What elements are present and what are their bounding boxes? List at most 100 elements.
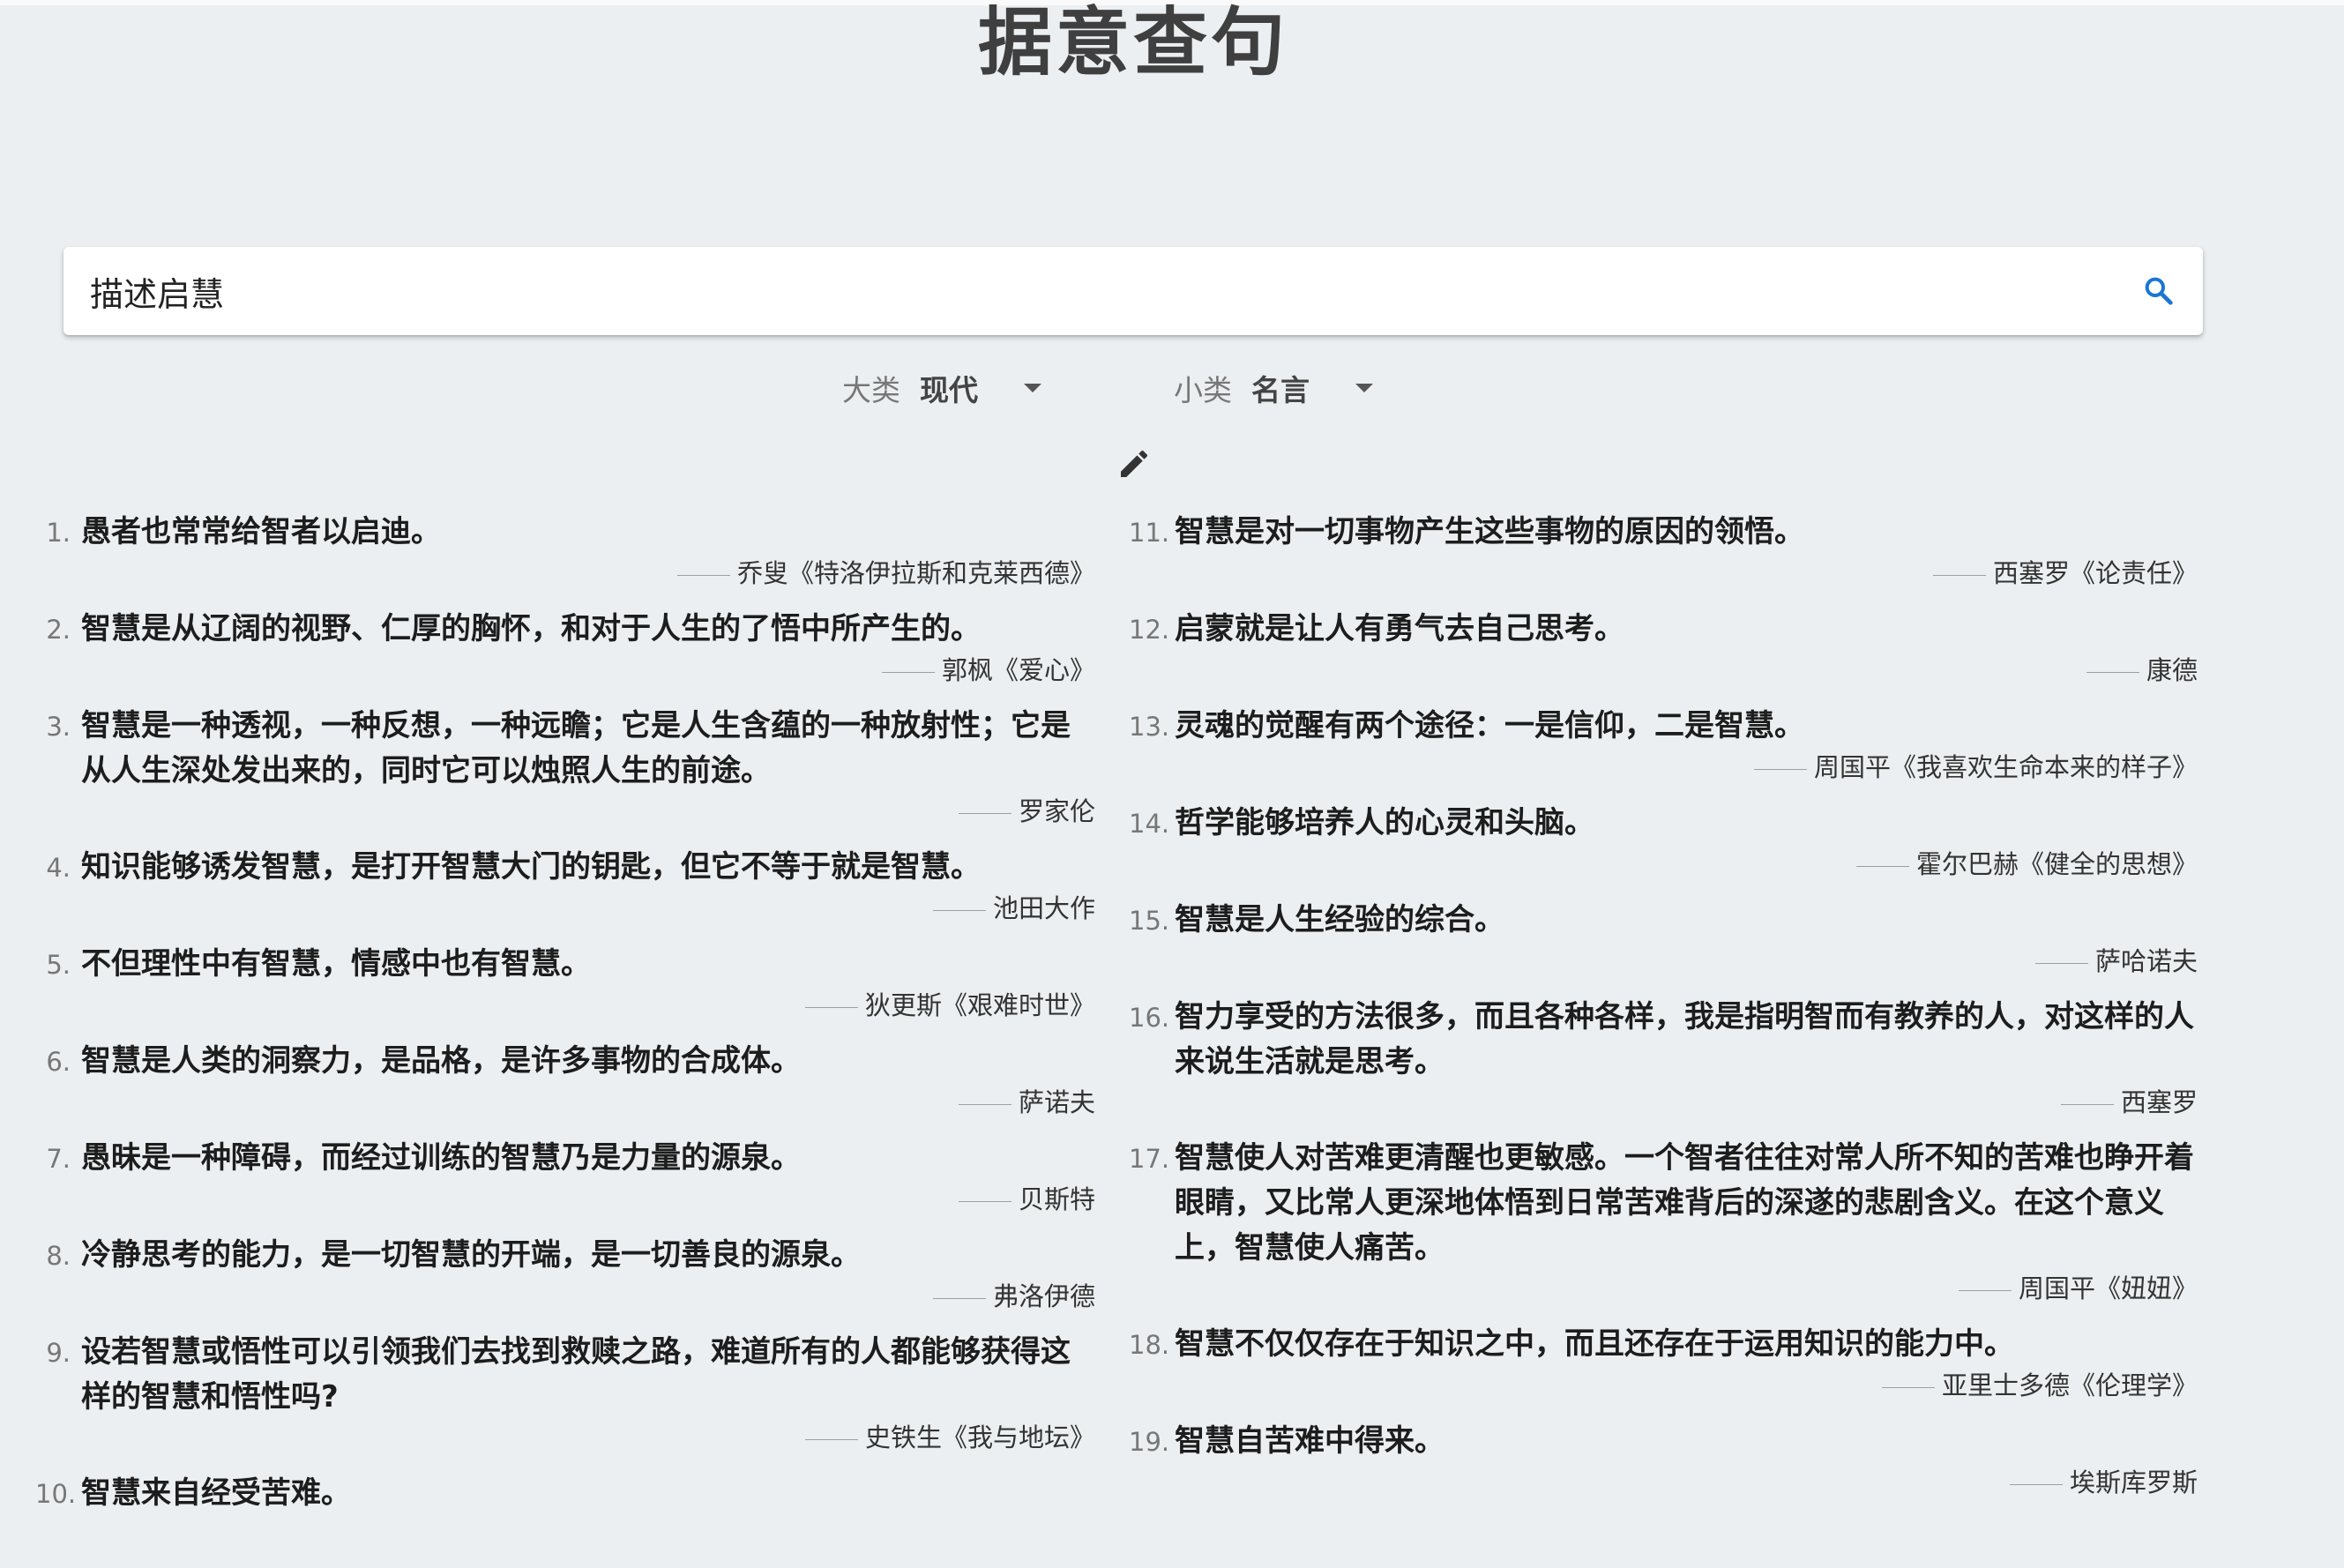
quote-row: 18. 智慧不仅仅存在于知识之中，而且还存在于运用知识的能力中。 <box>1129 1322 2198 1368</box>
quote-row: 15. 智慧是人生经验的综合。 <box>1129 898 2198 944</box>
source-dash <box>958 1103 1012 1105</box>
quote-item[interactable]: 11. 智慧是对一切事物产生这些事物的原因的领悟。 西塞罗《论责任》 <box>1129 510 2198 607</box>
quote-number: 3. <box>46 712 71 742</box>
quote-item[interactable]: 7. 愚昧是一种障碍，而经过训练的智慧乃是力量的源泉。 贝斯特 <box>46 1136 1095 1233</box>
quote-list-right: 11. 智慧是对一切事物产生这些事物的原因的领悟。 西塞罗《论责任》 12. 启蒙就是让… <box>1129 510 2198 1516</box>
quote-text: 智慧是对一切事物产生这些事物的原因的领悟。 <box>1175 514 1804 549</box>
source-dash <box>2034 962 2088 964</box>
quote-row: 12. 启蒙就是让人有勇气去自己思考。 <box>1129 607 2198 653</box>
quote-item[interactable]: 10. 智慧来自经受苦难。 <box>35 1471 1095 1568</box>
quote-item[interactable]: 18. 智慧不仅仅存在于知识之中，而且还存在于运用知识的能力中。 亚里士多德《伦理学… <box>1129 1322 2198 1419</box>
subcategory-value: 名言 <box>1251 373 1310 407</box>
quote-item[interactable]: 15. 智慧是人生经验的综合。 萨哈诺夫 <box>1129 898 2198 995</box>
quote-text: 智慧是从辽阔的视野、仁厚的胸怀，和对于人生的了悟中所产生的。 <box>81 611 981 646</box>
quote-item[interactable]: 8. 冷静思考的能力，是一切智慧的开端，是一切善良的源泉。 弗洛伊德 <box>46 1233 1095 1330</box>
quote-number: 5. <box>46 950 71 980</box>
quote-item[interactable]: 6. 智慧是人类的洞察力，是品格，是许多事物的合成体。 萨诺夫 <box>46 1039 1095 1136</box>
quote-text: 哲学能够培养人的心灵和头脑。 <box>1175 805 1594 840</box>
quote-number: 15. <box>1129 906 1170 936</box>
quote-source: 埃斯库罗斯 <box>1175 1465 2198 1516</box>
quote-item[interactable]: 4. 知识能够诱发智慧，是打开智慧大门的钥匙，但它不等于就是智慧。 池田大作 <box>46 845 1095 942</box>
quote-row: 10. 智慧来自经受苦难。 <box>35 1471 1095 1517</box>
quote-item[interactable]: 12. 启蒙就是让人有勇气去自己思考。 康德 <box>1129 607 2198 704</box>
quote-source-text: 弗洛伊德 <box>992 1281 1095 1311</box>
quote-source-text: 狄更斯《艰难时世》 <box>864 990 1095 1020</box>
quote-source: 亚里士多德《伦理学》 <box>1175 1368 2198 1419</box>
quote-source-text: 罗家伦 <box>1018 796 1095 826</box>
source-dash <box>676 574 730 576</box>
quote-text: 不但理性中有智慧，情感中也有智慧。 <box>81 946 591 982</box>
search-input[interactable] <box>90 247 2118 335</box>
quote-item[interactable]: 3. 智慧是一种透视，一种反想，一种远瞻；它是人生含蕴的一种放射性；它是从人生深处… <box>46 704 1095 845</box>
quote-text: 智慧使人对苦难更清醒也更敏感。一个智者往往对常人所不知的苦难也睁开着眼睛，又比常… <box>1175 1140 2194 1266</box>
quote-source-text: 乔叟《特洛伊拉斯和克莱西德》 <box>736 558 1095 588</box>
edit-icon[interactable] <box>1116 446 1152 482</box>
quote-source-text: 萨诺夫 <box>1018 1087 1095 1117</box>
quote-source-text: 康德 <box>2146 655 2198 685</box>
subcategory-label: 小类 <box>1174 373 1232 407</box>
quote-item[interactable]: 1. 愚者也常常给智者以启迪。 乔叟《特洛伊拉斯和克莱西德》 <box>46 510 1095 607</box>
subcategory-select[interactable]: 小类 名言 <box>1174 362 1373 414</box>
filter-bar: 大类 现代 小类 名言 <box>0 362 2266 414</box>
quote-source <box>81 1517 1095 1568</box>
quote-text: 智慧不仅仅存在于知识之中，而且还存在于运用知识的能力中。 <box>1175 1326 2014 1362</box>
quote-source: 康德 <box>1175 653 2198 704</box>
quote-source-text: 史铁生《我与地坛》 <box>864 1422 1095 1452</box>
quote-source: 西塞罗 <box>1175 1085 2198 1136</box>
quote-item[interactable]: 9. 设若智慧或悟性可以引领我们去找到救赎之路，难道所有的人都能够获得这样的智慧和… <box>46 1330 1095 1471</box>
source-dash <box>804 1006 858 1008</box>
quote-item[interactable]: 17. 智慧使人对苦难更清醒也更敏感。一个智者往往对常人所不知的苦难也睁开着眼睛，… <box>1129 1136 2198 1322</box>
source-dash <box>1881 1386 1935 1388</box>
quote-row: 13. 灵魂的觉醒有两个途径：一是信仰，二是智慧。 <box>1129 704 2198 750</box>
source-dash <box>1753 768 1807 770</box>
quote-text: 智慧来自经受苦难。 <box>81 1475 351 1511</box>
search-icon[interactable] <box>2132 247 2185 335</box>
quote-number: 12. <box>1129 615 1170 645</box>
quote-source-text: 郭枫《爱心》 <box>941 655 1095 685</box>
quote-item[interactable]: 5. 不但理性中有智慧，情感中也有智慧。狄更斯《艰难时世》 <box>46 942 1095 1039</box>
source-dash <box>881 671 935 673</box>
quote-source: 池田大作 <box>81 891 1095 942</box>
source-dash <box>958 812 1012 814</box>
quote-row: 7. 愚昧是一种障碍，而经过训练的智慧乃是力量的源泉。 <box>46 1136 1095 1182</box>
quote-row: 8. 冷静思考的能力，是一切智慧的开端，是一切善良的源泉。 <box>46 1233 1095 1279</box>
quote-source: 郭枫《爱心》 <box>81 653 1095 704</box>
quote-row: 3. 智慧是一种透视，一种反想，一种远瞻；它是人生含蕴的一种放射性；它是从人生深处… <box>46 704 1095 794</box>
quote-source-text: 埃斯库罗斯 <box>2069 1467 2198 1497</box>
category-value: 现代 <box>920 373 978 407</box>
quote-text: 设若智慧或悟性可以引领我们去找到救赎之路，难道所有的人都能够获得这样的智慧和悟性… <box>81 1334 1071 1415</box>
quote-list-left: 1. 愚者也常常给智者以启迪。 乔叟《特洛伊拉斯和克莱西德》 2. 智慧是从辽阔的视野、… <box>35 510 1095 1568</box>
source-dash <box>2060 1103 2114 1105</box>
quote-source: 西塞罗《论责任》 <box>1175 556 2198 607</box>
quote-source: 史铁生《我与地坛》 <box>81 1420 1095 1471</box>
quote-source: 狄更斯《艰难时世》 <box>81 988 1095 1039</box>
quote-item[interactable]: 19. 智慧自苦难中得来。埃斯库罗斯 <box>1129 1419 2198 1516</box>
quote-source-text: 霍尔巴赫《健全的思想》 <box>1915 849 2198 879</box>
quote-number: 19. <box>1129 1427 1170 1457</box>
quote-number: 17. <box>1129 1144 1170 1174</box>
quote-item[interactable]: 14. 哲学能够培养人的心灵和头脑。 霍尔巴赫《健全的思想》 <box>1129 801 2198 898</box>
quote-text: 智慧自苦难中得来。 <box>1175 1423 1444 1459</box>
quote-number: 18. <box>1129 1330 1170 1360</box>
quote-number: 10. <box>35 1479 77 1509</box>
category-select[interactable]: 大类 现代 <box>842 362 1041 414</box>
quote-row: 5. 不但理性中有智慧，情感中也有智慧。 <box>46 942 1095 988</box>
quote-number: 16. <box>1129 1003 1170 1033</box>
quote-item[interactable]: 2. 智慧是从辽阔的视野、仁厚的胸怀，和对于人生的了悟中所产生的。 郭枫《爱心》 <box>46 607 1095 704</box>
source-dash <box>2009 1483 2063 1485</box>
quote-source: 霍尔巴赫《健全的思想》 <box>1175 847 2198 898</box>
quote-source-text: 西塞罗《论责任》 <box>1992 558 2198 588</box>
quote-source-text: 周国平《我喜欢生命本来的样子》 <box>1813 752 2198 782</box>
quote-row: 14. 哲学能够培养人的心灵和头脑。 <box>1129 801 2198 847</box>
quote-text: 智慧是一种透视，一种反想，一种远瞻；它是人生含蕴的一种放射性；它是从人生深处发出… <box>81 708 1071 788</box>
quote-source-text: 亚里士多德《伦理学》 <box>1941 1370 2198 1400</box>
source-dash <box>932 909 986 911</box>
quote-item[interactable]: 13. 灵魂的觉醒有两个途径：一是信仰，二是智慧。 周国平《我喜欢生命本来的样子》 <box>1129 704 2198 801</box>
quote-row: 17. 智慧使人对苦难更清醒也更敏感。一个智者往往对常人所不知的苦难也睁开着眼睛，… <box>1129 1136 2198 1271</box>
quote-source: 萨哈诺夫 <box>1175 944 2198 995</box>
quote-source-text: 池田大作 <box>992 893 1095 923</box>
quote-source: 周国平《妞妞》 <box>1175 1271 2198 1322</box>
quote-row: 2. 智慧是从辽阔的视野、仁厚的胸怀，和对于人生的了悟中所产生的。 <box>46 607 1095 653</box>
quote-item[interactable]: 16. 智力享受的方法很多，而且各种各样，我是指明智而有教养的人，对这样的人来说生… <box>1129 995 2198 1136</box>
quote-source: 周国平《我喜欢生命本来的样子》 <box>1175 750 2198 801</box>
